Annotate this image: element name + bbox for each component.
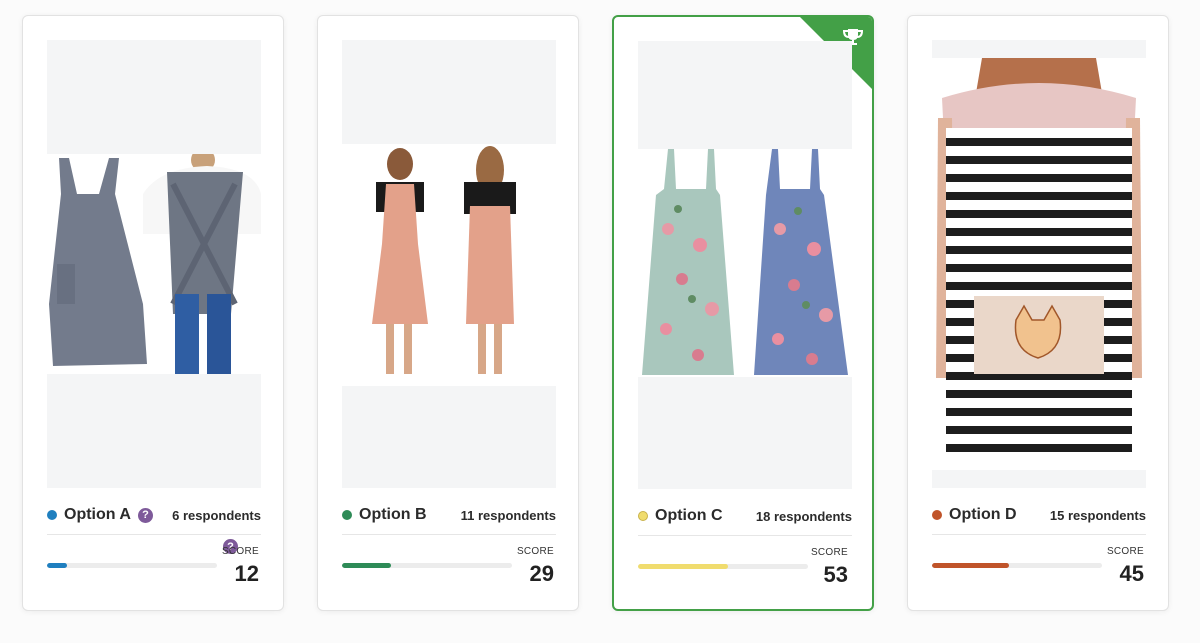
respondents-count: 15 respondents (1049, 507, 1146, 523)
option-name: Option C (655, 507, 723, 524)
score-bar-fill (932, 563, 1009, 568)
divider (638, 535, 852, 536)
option-image-b (342, 40, 556, 488)
option-color-dot (638, 511, 648, 521)
score-bar-fill (342, 563, 392, 568)
divider (342, 534, 556, 535)
score-label: SCORE (810, 547, 848, 558)
respondents-count: 6 respondents (172, 507, 261, 523)
score-label: SCORE (221, 546, 259, 557)
option-name: Option A (64, 506, 131, 523)
score-bar (342, 563, 512, 568)
score-bar-fill (47, 563, 68, 568)
divider (47, 534, 261, 535)
option-card-c[interactable]: Option C 18 respondents SCORE 53 (612, 15, 874, 611)
option-color-dot (342, 510, 352, 520)
option-image-d (932, 40, 1146, 488)
option-name: Option D (949, 506, 1017, 523)
option-card-a[interactable]: Option A ? 6 respondents ? SCORE 12 (22, 15, 284, 611)
help-icon[interactable]: ? (137, 507, 153, 523)
score-label: SCORE (516, 546, 554, 557)
score-bar (47, 563, 217, 568)
option-color-dot (932, 510, 942, 520)
option-image-a (47, 40, 261, 488)
score-value: 53 (823, 562, 848, 587)
option-card-d[interactable]: Option D 15 respondents SCORE 45 (907, 15, 1169, 611)
option-card-b[interactable]: Option B 11 respondents SCORE 29 (317, 15, 579, 611)
respondents-count: 11 respondents (460, 507, 556, 523)
option-image-c (638, 41, 852, 489)
score-value: 29 (529, 561, 554, 586)
score-label: SCORE (1106, 546, 1144, 557)
score-value: 45 (1119, 561, 1144, 586)
score-bar (932, 563, 1102, 568)
score-value: 12 (234, 561, 259, 586)
respondents-count: 18 respondents (755, 508, 852, 524)
option-color-dot (47, 510, 57, 520)
score-bar-fill (638, 564, 729, 569)
option-name: Option B (359, 506, 427, 523)
divider (932, 534, 1146, 535)
score-bar (638, 564, 808, 569)
